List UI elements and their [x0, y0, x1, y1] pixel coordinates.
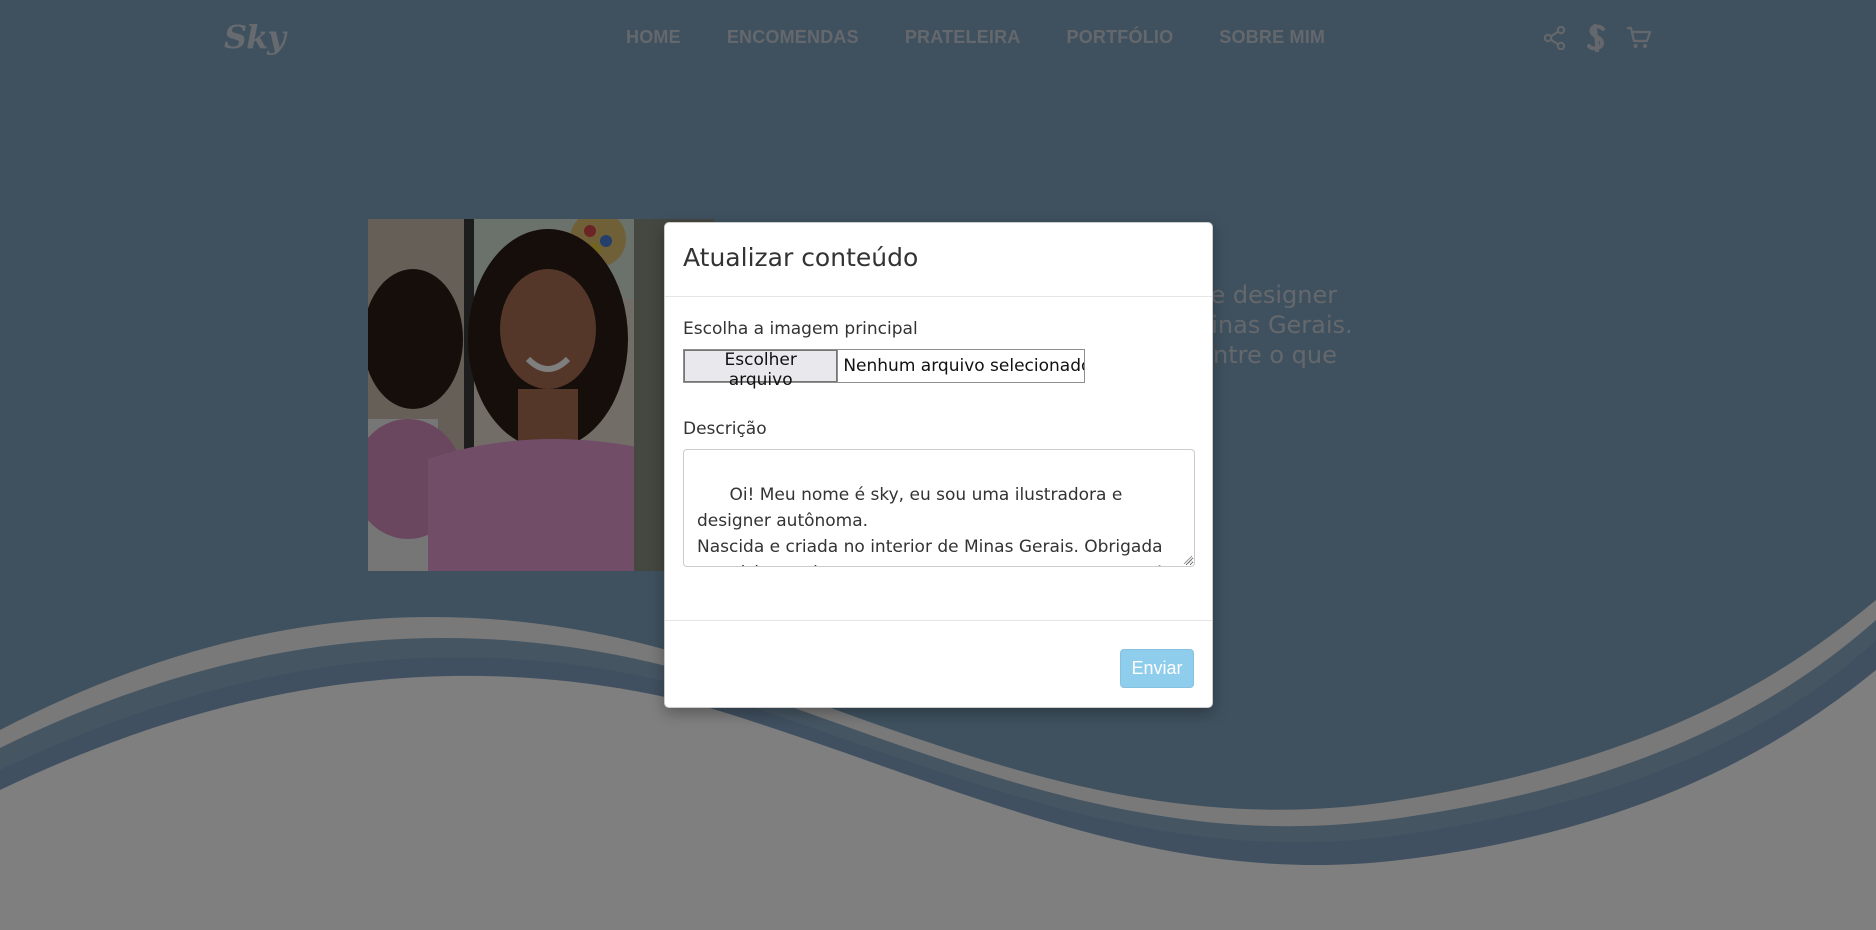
resize-grip-icon[interactable] — [1182, 554, 1192, 564]
image-label: Escolha a imagem principal — [683, 319, 918, 339]
modal-header: Atualizar conteúdo — [665, 223, 1212, 297]
description-textarea[interactable]: Oi! Meu nome é sky, eu sou uma ilustrado… — [683, 449, 1195, 567]
modal-footer: Enviar — [665, 621, 1212, 707]
modal-title: Atualizar conteúdo — [683, 243, 919, 272]
choose-file-button[interactable]: Escolher arquivo — [684, 350, 839, 390]
description-text: Oi! Meu nome é sky, eu sou uma ilustrado… — [697, 485, 1163, 566]
file-status: Nenhum arquivo selecionado — [843, 356, 1084, 376]
update-content-modal: Atualizar conteúdo Escolha a imagem prin… — [664, 222, 1213, 708]
submit-button[interactable]: Enviar — [1120, 649, 1194, 688]
file-input[interactable]: Escolher arquivo Nenhum arquivo selecion… — [683, 349, 1085, 390]
modal-body: Escolha a imagem principal Escolher arqu… — [665, 297, 1212, 621]
description-label: Descrição — [683, 419, 767, 439]
